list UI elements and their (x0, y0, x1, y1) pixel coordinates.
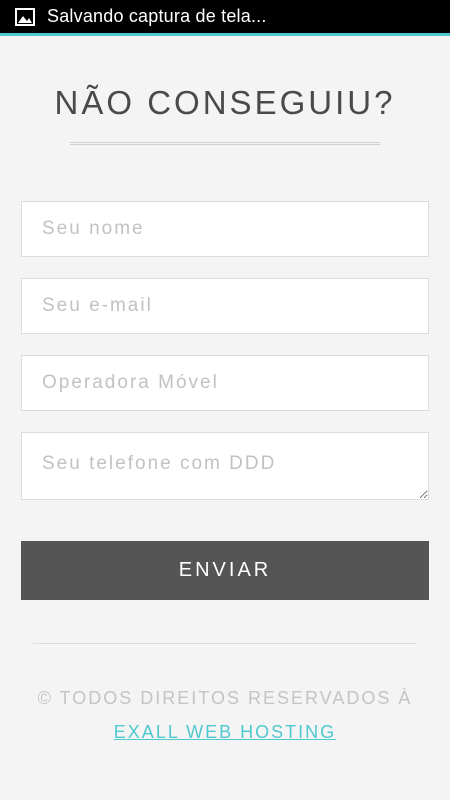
page-title: NÃO CONSEGUIU? (54, 84, 396, 121)
email-input[interactable] (21, 278, 429, 334)
status-bar: Salvando captura de tela... (0, 0, 450, 36)
footer-divider (33, 643, 417, 644)
submit-button[interactable]: ENVIAR (21, 541, 429, 600)
company-link[interactable]: EXALL WEB HOSTING (0, 722, 450, 743)
status-message: Salvando captura de tela... (47, 6, 267, 26)
image-icon (15, 7, 35, 27)
copyright-text: © TODOS DIREITOS RESERVADOS À (37, 688, 413, 708)
mobile-operator-input[interactable] (21, 355, 429, 411)
phone-textarea[interactable] (21, 432, 429, 500)
title-divider (70, 142, 380, 145)
name-input[interactable] (21, 201, 429, 257)
